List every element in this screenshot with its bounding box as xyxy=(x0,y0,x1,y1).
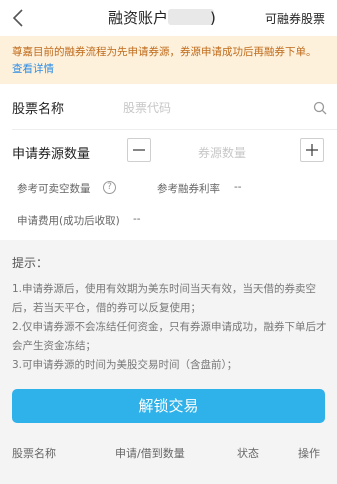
question-mark-icon[interactable]: ? xyxy=(103,181,116,194)
stock-name-label: 股票名称 xyxy=(12,102,65,117)
tip-item: 3.可申请券源的时间为美股交易时间（含盘前）； xyxy=(12,359,238,371)
ref-sellable-label: 参考可卖空数量 xyxy=(17,183,91,195)
back-arrow-icon[interactable] xyxy=(8,6,30,30)
view-details-link[interactable]: 查看详情 xyxy=(12,63,54,75)
fee-label: 申请费用(成功后收取) xyxy=(17,215,120,227)
table-header: 股票名称 申请/借到数量 状态 操作 xyxy=(0,436,337,466)
quantity-row: 申请券源数量 券源数量 xyxy=(0,130,337,172)
ref-rate-label: 参考融券利率 xyxy=(157,183,220,195)
quantity-input[interactable]: 券源数量 xyxy=(198,144,246,161)
ref-rate-value: -- xyxy=(234,181,242,193)
page-title-suffix: ) xyxy=(210,9,216,27)
tip-item: 1.申请券源后，使用有效期为美东时间当天有效，当天借的券卖空后，若当天平仓，借的… xyxy=(12,283,317,314)
stock-code-input[interactable]: 股票代码 xyxy=(123,99,171,116)
page-title: 融资账户) xyxy=(108,7,216,28)
column-header-stock: 股票名称 xyxy=(12,447,56,460)
fee-value: -- xyxy=(133,213,141,225)
stock-row: 股票名称 股票代码 xyxy=(0,84,337,130)
search-icon[interactable] xyxy=(313,100,327,115)
reference-info: 参考可卖空数量 ? 参考融券利率 -- 申请费用(成功后收取) -- xyxy=(0,172,337,240)
column-header-quantity: 申请/借到数量 xyxy=(115,447,185,460)
tip-item: 2.仅申请券源不会冻结任何资金，只有券源申请成功，融券下单后才会产生资金冻结； xyxy=(12,321,327,352)
tips-title: 提示： xyxy=(12,256,49,270)
shortable-stocks-link[interactable]: 可融券股票 xyxy=(265,10,325,27)
quantity-label: 申请券源数量 xyxy=(12,147,91,162)
redacted-account-id xyxy=(168,9,215,25)
notice-banner: 尊嘉目前的融券流程为先申请券源，券源申请成功后再融券下单。 查看详情 xyxy=(0,36,337,84)
increase-button[interactable] xyxy=(300,138,324,162)
column-header-status: 状态 xyxy=(237,447,259,460)
nav-header: 融资账户) 可融券股票 xyxy=(0,0,337,36)
column-header-action: 操作 xyxy=(298,447,320,460)
unlock-trading-button[interactable]: 解锁交易 xyxy=(12,389,325,423)
plus-icon xyxy=(306,144,318,156)
minus-icon xyxy=(133,149,145,151)
tips-list: 1.申请券源后，使用有效期为美东时间当天有效，当天借的券卖空后，若当天平仓，借的… xyxy=(12,280,330,375)
decrease-button[interactable] xyxy=(127,138,151,162)
page-title-text: 融资账户 xyxy=(108,9,169,27)
notice-text: 尊嘉目前的融券流程为先申请券源，券源申请成功后再融券下单。 xyxy=(12,46,317,58)
